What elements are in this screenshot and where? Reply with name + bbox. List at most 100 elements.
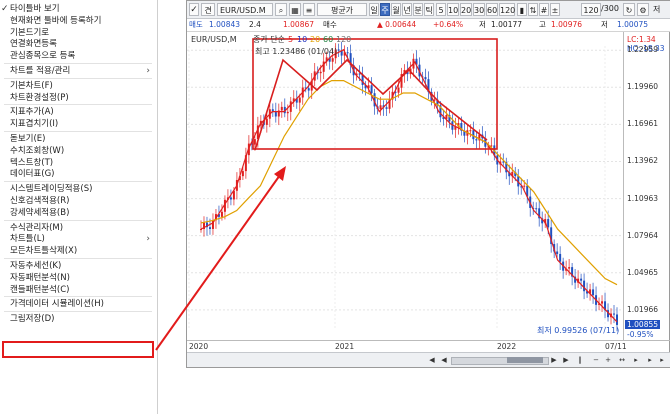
- price-chart[interactable]: EUR/USD,M 종가 단순 5 10 20 60 120 최고 1.2348…: [187, 32, 623, 340]
- buy-label: 매수: [323, 20, 337, 29]
- menu-item-label: 관심종목으로 등록: [10, 51, 76, 62]
- ma-line-20: [200, 79, 618, 286]
- next-icon[interactable]: ▶: [549, 355, 559, 365]
- candle-body: [469, 130, 472, 132]
- close-label: 저: [601, 20, 608, 29]
- candle-body: [568, 267, 571, 269]
- candle-series: [200, 42, 618, 332]
- menu-item[interactable]: 가격데이터 시뮬레이션(H): [0, 298, 156, 311]
- menu-item-label: 자동패턴분석(N): [10, 272, 70, 283]
- menu-item[interactable]: 그림저장(D): [0, 313, 156, 326]
- candle-body: [346, 52, 349, 54]
- range-10[interactable]: 10: [447, 3, 459, 16]
- menu-item[interactable]: 차트를 적용/관리 ›: [0, 65, 156, 78]
- settings-icon[interactable]: ⚙: [637, 3, 649, 16]
- range-20[interactable]: 20: [460, 3, 472, 16]
- scroll-end2-icon[interactable]: ▸: [657, 355, 667, 365]
- period-tick[interactable]: 틱: [424, 3, 434, 16]
- menu-item[interactable]: 관심종목으로 등록: [0, 50, 156, 63]
- scroll-thumb[interactable]: [507, 357, 543, 363]
- zoom-icon[interactable]: ±: [550, 3, 560, 16]
- prev-icon[interactable]: ◀: [439, 355, 449, 365]
- count-total: /300: [601, 4, 619, 13]
- menu-item-label: 지표추가(A): [10, 107, 54, 118]
- menu-item-label: 기본드기로: [10, 27, 50, 38]
- menu-item[interactable]: 차트환경설정(P): [0, 92, 156, 105]
- check-icon[interactable]: ✓: [189, 3, 199, 16]
- low-label: 저: [479, 20, 486, 29]
- period-minute[interactable]: 분: [413, 3, 423, 16]
- close-value: 1.00075: [617, 20, 649, 29]
- menu-item[interactable]: 데이터표(G): [0, 168, 156, 181]
- candle-body: [616, 314, 618, 325]
- grid-icon[interactable]: #: [539, 3, 549, 16]
- low-value: 1.00177: [491, 20, 523, 29]
- price-type-select[interactable]: 평균가: [317, 3, 367, 16]
- period-year[interactable]: 년: [402, 3, 412, 16]
- range-120[interactable]: 120: [499, 3, 515, 16]
- change-pct: +0.64%: [433, 20, 464, 29]
- chart-toolbar: ✓ 견 EUR/USD.M ⌕ ▦ ≡ 평균가 일 주 월 년 분 틱 5 10…: [187, 1, 670, 19]
- scroll-end-icon[interactable]: ▸: [645, 355, 655, 365]
- candle-body: [331, 58, 334, 62]
- toolbar-extra: 저: [653, 5, 661, 14]
- menu-separator: [4, 258, 152, 259]
- quote-bar: 매도 1.00843 2.4 1.00867 매수 ▲ 0.00644 +0.6…: [187, 19, 670, 32]
- candle-body: [580, 278, 583, 281]
- period-week[interactable]: 주: [380, 3, 390, 16]
- ma-5: 5: [288, 35, 293, 44]
- menu-item[interactable]: 강세약세적용(B): [0, 207, 156, 220]
- ma-120: 120: [336, 35, 351, 44]
- current-price-tag: 1.00855: [625, 319, 661, 329]
- menu-icon[interactable]: ≡: [303, 3, 315, 16]
- menu-item-label: 현재화면 툴바에 등록하기: [10, 15, 102, 26]
- first-icon[interactable]: ◀: [427, 355, 437, 365]
- period-day[interactable]: 일: [369, 3, 379, 16]
- x-tick-label: 07/11: [605, 342, 627, 351]
- candle-body: [556, 251, 559, 254]
- symbol-select[interactable]: EUR/USD.M: [217, 3, 273, 16]
- refresh-icon[interactable]: ↻: [623, 3, 635, 16]
- table-icon[interactable]: ▦: [289, 3, 301, 16]
- chart-window: ✓ 견 EUR/USD.M ⌕ ▦ ≡ 평균가 일 주 월 년 분 틱 5 10…: [186, 0, 670, 368]
- candle-body: [472, 130, 475, 140]
- fit-icon[interactable]: ↔: [617, 355, 627, 365]
- zoom-in-icon[interactable]: +: [603, 355, 613, 365]
- scroll-right-icon[interactable]: ▸: [631, 355, 641, 365]
- last-icon[interactable]: ▶: [561, 355, 571, 365]
- y-tick-label: 1.01966: [627, 304, 659, 314]
- range-30[interactable]: 30: [473, 3, 485, 16]
- view-select[interactable]: 견: [201, 3, 215, 16]
- candle-body: [613, 313, 616, 315]
- chart-scrollbar[interactable]: ◀ ◀ ▶ ▶ ‖ − + ↔ ▸ ▸ ▸: [187, 352, 670, 367]
- menu-separator: [4, 296, 152, 298]
- menu-item[interactable]: 지표겹치기(I): [0, 118, 156, 131]
- pause-icon[interactable]: ‖: [575, 355, 585, 365]
- zoom-out-icon[interactable]: −: [591, 355, 601, 365]
- ma-10: 10: [297, 35, 307, 44]
- count-input[interactable]: 120: [581, 3, 601, 16]
- range-60[interactable]: 60: [486, 3, 498, 16]
- candle-body: [547, 219, 550, 228]
- menu-item-label: 지표겹치기(I): [10, 119, 59, 130]
- current-change-label: -0.95%: [627, 329, 654, 339]
- menu-item[interactable]: 캔들패턴분석(C): [0, 284, 156, 297]
- x-tick-label: 2020: [189, 342, 209, 351]
- chart-type-icon[interactable]: ▮: [517, 3, 527, 16]
- candle-body: [370, 85, 373, 94]
- range-5[interactable]: 5: [436, 3, 446, 16]
- y-tick-label: 1.04965: [627, 267, 659, 277]
- compare-icon[interactable]: ⇅: [528, 3, 538, 16]
- candle-body: [280, 106, 283, 111]
- menu-item-label: 텍스트창(T): [10, 157, 54, 168]
- ma-20: 20: [310, 35, 320, 44]
- symbol-label: EUR/USD,M: [191, 35, 237, 44]
- search-icon[interactable]: ⌕: [275, 3, 287, 16]
- menu-item-label: 그림저장(D): [10, 314, 55, 325]
- menu-item[interactable]: 모든차트틀삭제(X): [0, 245, 156, 258]
- menu-item-label: 가격데이터 시뮬레이션(H): [10, 299, 104, 310]
- menu-highlight-box: [2, 341, 154, 358]
- high-note: 최고 1.23486 (01/04): [255, 46, 337, 56]
- period-month[interactable]: 월: [391, 3, 401, 16]
- menu-item-label: 타이틀바 보기: [10, 4, 60, 14]
